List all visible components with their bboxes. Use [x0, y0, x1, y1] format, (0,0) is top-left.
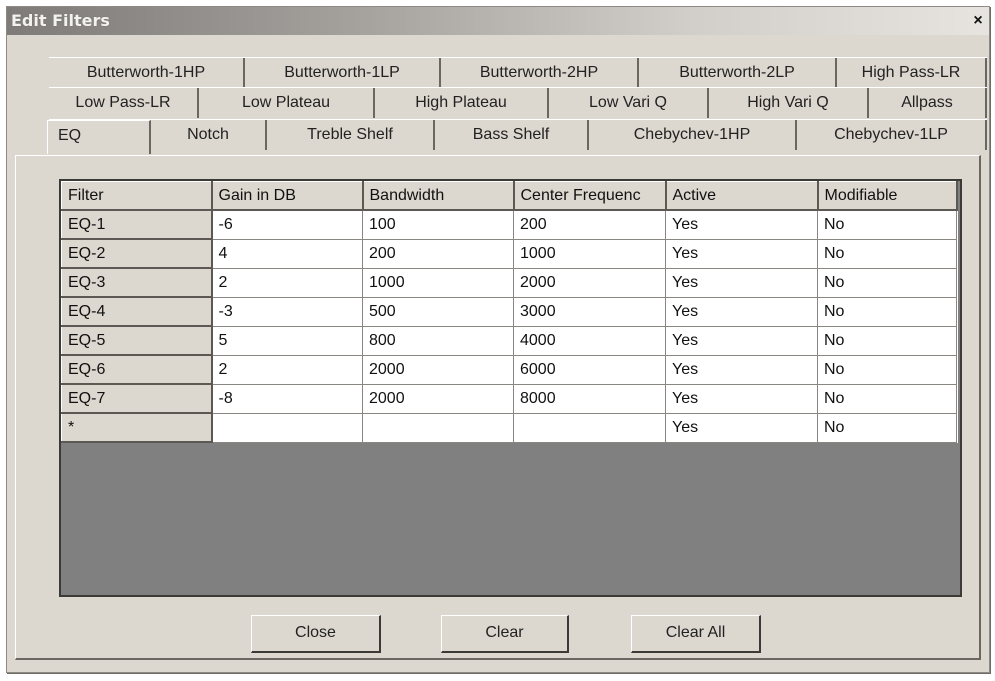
tab-butterworth-2hp[interactable]: Butterworth-2HP: [441, 58, 639, 88]
center-frequency-cell[interactable]: 4000: [513, 325, 666, 356]
tab-low-pass-lr[interactable]: Low Pass-LR: [49, 88, 199, 118]
gain-cell[interactable]: -8: [211, 383, 363, 414]
table-row[interactable]: EQ-2 4 200 1000 Yes No: [61, 238, 957, 269]
bandwidth-cell[interactable]: 100: [362, 209, 514, 240]
tab-bass-shelf[interactable]: Bass Shelf: [435, 120, 589, 150]
table-row[interactable]: EQ-7 -8 2000 8000 Yes No: [61, 383, 957, 414]
close-icon[interactable]: ×: [969, 12, 987, 30]
filter-name-cell[interactable]: EQ-3: [61, 267, 213, 298]
col-header-gain[interactable]: Gain in DB: [211, 181, 364, 211]
table-row[interactable]: EQ-1 -6 100 200 Yes No: [61, 209, 957, 240]
modifiable-cell[interactable]: No: [817, 267, 957, 298]
active-cell[interactable]: Yes: [665, 209, 818, 240]
filter-table: Filter Gain in DB Bandwidth Center Frequ…: [61, 181, 958, 443]
col-header-bandwidth[interactable]: Bandwidth: [362, 181, 515, 211]
modifiable-cell[interactable]: No: [817, 238, 957, 269]
active-cell[interactable]: Yes: [665, 325, 818, 356]
active-cell[interactable]: Yes: [665, 296, 818, 327]
table-row[interactable]: EQ-3 2 1000 2000 Yes No: [61, 267, 957, 298]
clear-button[interactable]: Clear: [441, 615, 569, 653]
window-title: Edit Filters: [11, 11, 110, 30]
gain-cell[interactable]: 4: [211, 238, 363, 269]
filter-name-cell[interactable]: EQ-1: [61, 209, 213, 240]
tab-low-plateau[interactable]: Low Plateau: [199, 88, 375, 118]
clear-all-button[interactable]: Clear All: [631, 615, 761, 653]
bandwidth-cell[interactable]: 2000: [362, 354, 514, 385]
gain-cell[interactable]: -6: [211, 209, 363, 240]
tab-high-vari-q[interactable]: High Vari Q: [709, 88, 869, 118]
bandwidth-cell[interactable]: [362, 412, 514, 443]
modifiable-cell[interactable]: No: [817, 296, 957, 327]
active-cell[interactable]: Yes: [665, 383, 818, 414]
active-cell[interactable]: Yes: [665, 412, 818, 443]
table-row[interactable]: EQ-5 5 800 4000 Yes No: [61, 325, 957, 356]
gain-cell[interactable]: 2: [211, 354, 363, 385]
center-frequency-cell[interactable]: 2000: [513, 267, 666, 298]
modifiable-cell[interactable]: No: [817, 412, 957, 443]
gain-cell[interactable]: 5: [211, 325, 363, 356]
modifiable-cell[interactable]: No: [817, 209, 957, 240]
new-row-marker[interactable]: *: [61, 412, 213, 443]
close-button[interactable]: Close: [251, 615, 381, 653]
tab-chebychev-1hp[interactable]: Chebychev-1HP: [589, 120, 797, 150]
tab-treble-shelf[interactable]: Treble Shelf: [267, 120, 435, 150]
tab-row-2: Low Pass-LR Low Plateau High Plateau Low…: [49, 87, 987, 118]
filter-name-cell[interactable]: EQ-7: [61, 383, 213, 414]
center-frequency-cell[interactable]: 6000: [513, 354, 666, 385]
center-frequency-cell[interactable]: [513, 412, 666, 443]
tab-butterworth-1lp[interactable]: Butterworth-1LP: [245, 58, 441, 88]
bandwidth-cell[interactable]: 1000: [362, 267, 514, 298]
center-frequency-cell[interactable]: 3000: [513, 296, 666, 327]
col-header-center-frequency[interactable]: Center Frequenc: [513, 181, 667, 211]
new-row[interactable]: * Yes No: [61, 412, 957, 443]
bandwidth-cell[interactable]: 200: [362, 238, 514, 269]
center-frequency-cell[interactable]: 200: [513, 209, 666, 240]
tab-chebychev-1lp[interactable]: Chebychev-1LP: [797, 120, 987, 150]
tab-low-vari-q[interactable]: Low Vari Q: [549, 88, 709, 118]
modifiable-cell[interactable]: No: [817, 383, 957, 414]
active-cell[interactable]: Yes: [665, 267, 818, 298]
filter-name-cell[interactable]: EQ-2: [61, 238, 213, 269]
filter-grid[interactable]: Filter Gain in DB Bandwidth Center Frequ…: [59, 179, 962, 597]
tab-butterworth-1hp[interactable]: Butterworth-1HP: [49, 58, 245, 88]
modifiable-cell[interactable]: No: [817, 354, 957, 385]
tab-high-plateau[interactable]: High Plateau: [375, 88, 549, 118]
table-row[interactable]: EQ-4 -3 500 3000 Yes No: [61, 296, 957, 327]
tab-eq[interactable]: EQ: [47, 120, 151, 154]
gain-cell[interactable]: -3: [211, 296, 363, 327]
tab-row-3: EQ Notch Treble Shelf Bass Shelf Chebych…: [47, 119, 987, 154]
filter-name-cell[interactable]: EQ-5: [61, 325, 213, 356]
tab-row-1: Butterworth-1HP Butterworth-1LP Butterwo…: [49, 57, 987, 88]
gain-cell[interactable]: [211, 412, 363, 443]
col-header-filter[interactable]: Filter: [61, 181, 213, 211]
modifiable-cell[interactable]: No: [817, 325, 957, 356]
header-row: Filter Gain in DB Bandwidth Center Frequ…: [61, 181, 958, 211]
center-frequency-cell[interactable]: 1000: [513, 238, 666, 269]
active-cell[interactable]: Yes: [665, 354, 818, 385]
tab-notch[interactable]: Notch: [151, 120, 267, 150]
tab-high-pass-lr[interactable]: High Pass-LR: [837, 58, 987, 88]
table-row[interactable]: EQ-6 2 2000 6000 Yes No: [61, 354, 957, 385]
bandwidth-cell[interactable]: 2000: [362, 383, 514, 414]
bandwidth-cell[interactable]: 800: [362, 325, 514, 356]
edit-filters-dialog: Edit Filters × Butterworth-1HP Butterwor…: [6, 6, 990, 673]
gain-cell[interactable]: 2: [211, 267, 363, 298]
filter-name-cell[interactable]: EQ-6: [61, 354, 213, 385]
active-cell[interactable]: Yes: [665, 238, 818, 269]
title-bar[interactable]: Edit Filters ×: [7, 7, 989, 35]
center-frequency-cell[interactable]: 8000: [513, 383, 666, 414]
col-header-modifiable[interactable]: Modifiable: [817, 181, 958, 211]
tab-butterworth-2lp[interactable]: Butterworth-2LP: [639, 58, 837, 88]
bandwidth-cell[interactable]: 500: [362, 296, 514, 327]
col-header-active[interactable]: Active: [665, 181, 819, 211]
filter-name-cell[interactable]: EQ-4: [61, 296, 213, 327]
tab-allpass[interactable]: Allpass: [869, 88, 987, 118]
